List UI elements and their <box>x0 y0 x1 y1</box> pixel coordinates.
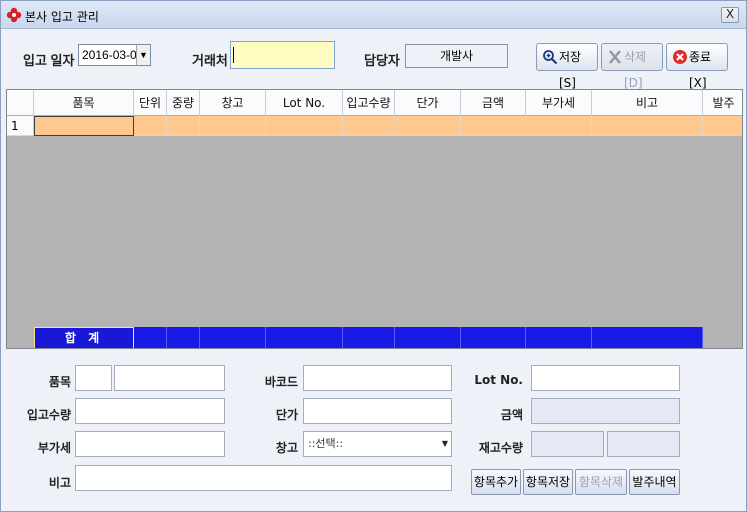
column-header-memo[interactable]: 비고 <box>592 90 703 116</box>
stock-field-1 <box>531 431 604 457</box>
row-number: 1 <box>7 116 34 136</box>
price-input[interactable] <box>303 398 452 424</box>
column-header-vat[interactable]: 부가세 <box>526 90 592 116</box>
add-item-button[interactable]: 항목추가 <box>471 469 521 495</box>
total-label: 합 계 <box>34 327 134 348</box>
staff-label: 담당자 <box>364 53 400 68</box>
stock-field-2 <box>607 431 680 457</box>
text-caret <box>233 47 234 63</box>
amount-label: 금액 <box>500 408 523 422</box>
staff-field: 개발사 <box>405 44 508 68</box>
lot-input[interactable] <box>531 365 680 391</box>
cell-lot[interactable] <box>266 116 343 136</box>
app-window: 본사 입고 관리 X 입고 일자 2016-03-07 ▼ 거래처 담당자 개발… <box>0 0 747 512</box>
amount-field <box>531 398 680 424</box>
column-header-order[interactable]: 발주 <box>703 90 742 116</box>
column-header-lot[interactable]: Lot No. <box>266 90 343 116</box>
date-label: 입고 일자 <box>23 53 75 68</box>
chevron-down-icon[interactable]: ▼ <box>136 45 150 65</box>
warehouse-value: ::선택:: <box>308 437 344 450</box>
column-header-unit[interactable]: 단위 <box>134 90 167 116</box>
grid-header-row: 품목 단위 중량 창고 Lot No. 입고수량 단가 금액 부가세 비고 발주 <box>7 90 742 116</box>
total-memo <box>592 327 703 348</box>
barcode-label: 바코드 <box>264 375 298 389</box>
column-header-qty[interactable]: 입고수량 <box>343 90 395 116</box>
cell-qty[interactable] <box>343 116 395 136</box>
column-header-amount[interactable]: 금액 <box>461 90 526 116</box>
total-row: 합 계 <box>7 327 742 348</box>
vat-input[interactable] <box>75 431 225 457</box>
price-label: 단가 <box>275 408 298 422</box>
app-flower-icon <box>6 7 22 23</box>
order-history-button[interactable]: 발주내역 <box>629 469 680 495</box>
date-value: 2016-03-07 <box>82 48 144 62</box>
cell-item[interactable] <box>34 116 134 136</box>
cell-warehouse[interactable] <box>200 116 266 136</box>
column-header-warehouse[interactable]: 창고 <box>200 90 266 116</box>
vendor-label: 거래처 <box>192 53 228 68</box>
total-vat <box>526 327 592 348</box>
table-row[interactable]: 1 <box>7 116 742 136</box>
total-price <box>395 327 461 348</box>
cell-amount[interactable] <box>461 116 526 136</box>
exit-button[interactable]: 종료[X] <box>666 43 728 90</box>
delete-label: 삭제[D] <box>624 50 647 90</box>
save-label: 저장[S] <box>559 50 582 90</box>
toolbar: 입고 일자 2016-03-07 ▼ 거래처 담당자 개발사 저장[S] 삭제[… <box>1 29 746 90</box>
items-grid[interactable]: 품목 단위 중량 창고 Lot No. 입고수량 단가 금액 부가세 비고 발주… <box>6 89 743 349</box>
total-unit <box>134 327 167 348</box>
cell-weight[interactable] <box>167 116 200 136</box>
item-label: 품목 <box>48 375 71 389</box>
barcode-input[interactable] <box>303 365 452 391</box>
title-bar: 본사 입고 관리 X <box>1 1 746 29</box>
lot-label: Lot No. <box>474 373 523 387</box>
x-icon <box>609 50 621 64</box>
window-title: 본사 입고 관리 <box>25 10 99 24</box>
cell-memo[interactable] <box>592 116 703 136</box>
total-weight <box>167 327 200 348</box>
cell-unit[interactable] <box>134 116 167 136</box>
cell-price[interactable] <box>395 116 461 136</box>
column-header-weight[interactable]: 중량 <box>167 90 200 116</box>
close-circle-icon <box>673 50 687 64</box>
save-button[interactable]: 저장[S] <box>536 43 598 90</box>
total-lot <box>266 327 343 348</box>
chevron-down-icon[interactable]: ▼ <box>439 432 451 456</box>
cell-order[interactable] <box>703 116 742 136</box>
item-name-input[interactable] <box>114 365 225 391</box>
search-plus-icon <box>543 50 558 65</box>
memo-input[interactable] <box>75 465 452 491</box>
exit-label: 종료[X] <box>689 50 712 90</box>
vat-label: 부가세 <box>37 441 71 455</box>
total-qty <box>343 327 395 348</box>
warehouse-label: 창고 <box>275 441 298 455</box>
cell-vat[interactable] <box>526 116 592 136</box>
delete-button[interactable]: 삭제[D] <box>601 43 663 90</box>
save-item-button[interactable]: 항목저장 <box>523 469 573 495</box>
warehouse-select[interactable]: ::선택:: ▼ <box>303 431 452 457</box>
vendor-input[interactable] <box>230 41 335 69</box>
date-picker[interactable]: 2016-03-07 ▼ <box>78 44 151 66</box>
column-header-item[interactable]: 품목 <box>34 90 134 116</box>
stock-label: 재고수량 <box>478 441 523 455</box>
row-number-header <box>7 90 34 116</box>
qty-label: 입고수량 <box>26 408 71 422</box>
window-close-button[interactable]: X <box>721 7 739 23</box>
column-header-price[interactable]: 단가 <box>395 90 461 116</box>
qty-input[interactable] <box>75 398 225 424</box>
item-code-input[interactable] <box>75 365 112 391</box>
item-entry-panel: 품목 바코드 Lot No. 입고수량 단가 금액 부가세 창고 ::선택:: … <box>6 353 743 505</box>
memo-label: 비고 <box>48 476 71 490</box>
total-warehouse <box>200 327 266 348</box>
total-amount <box>461 327 526 348</box>
delete-item-button[interactable]: 항목삭제 <box>575 469 627 495</box>
